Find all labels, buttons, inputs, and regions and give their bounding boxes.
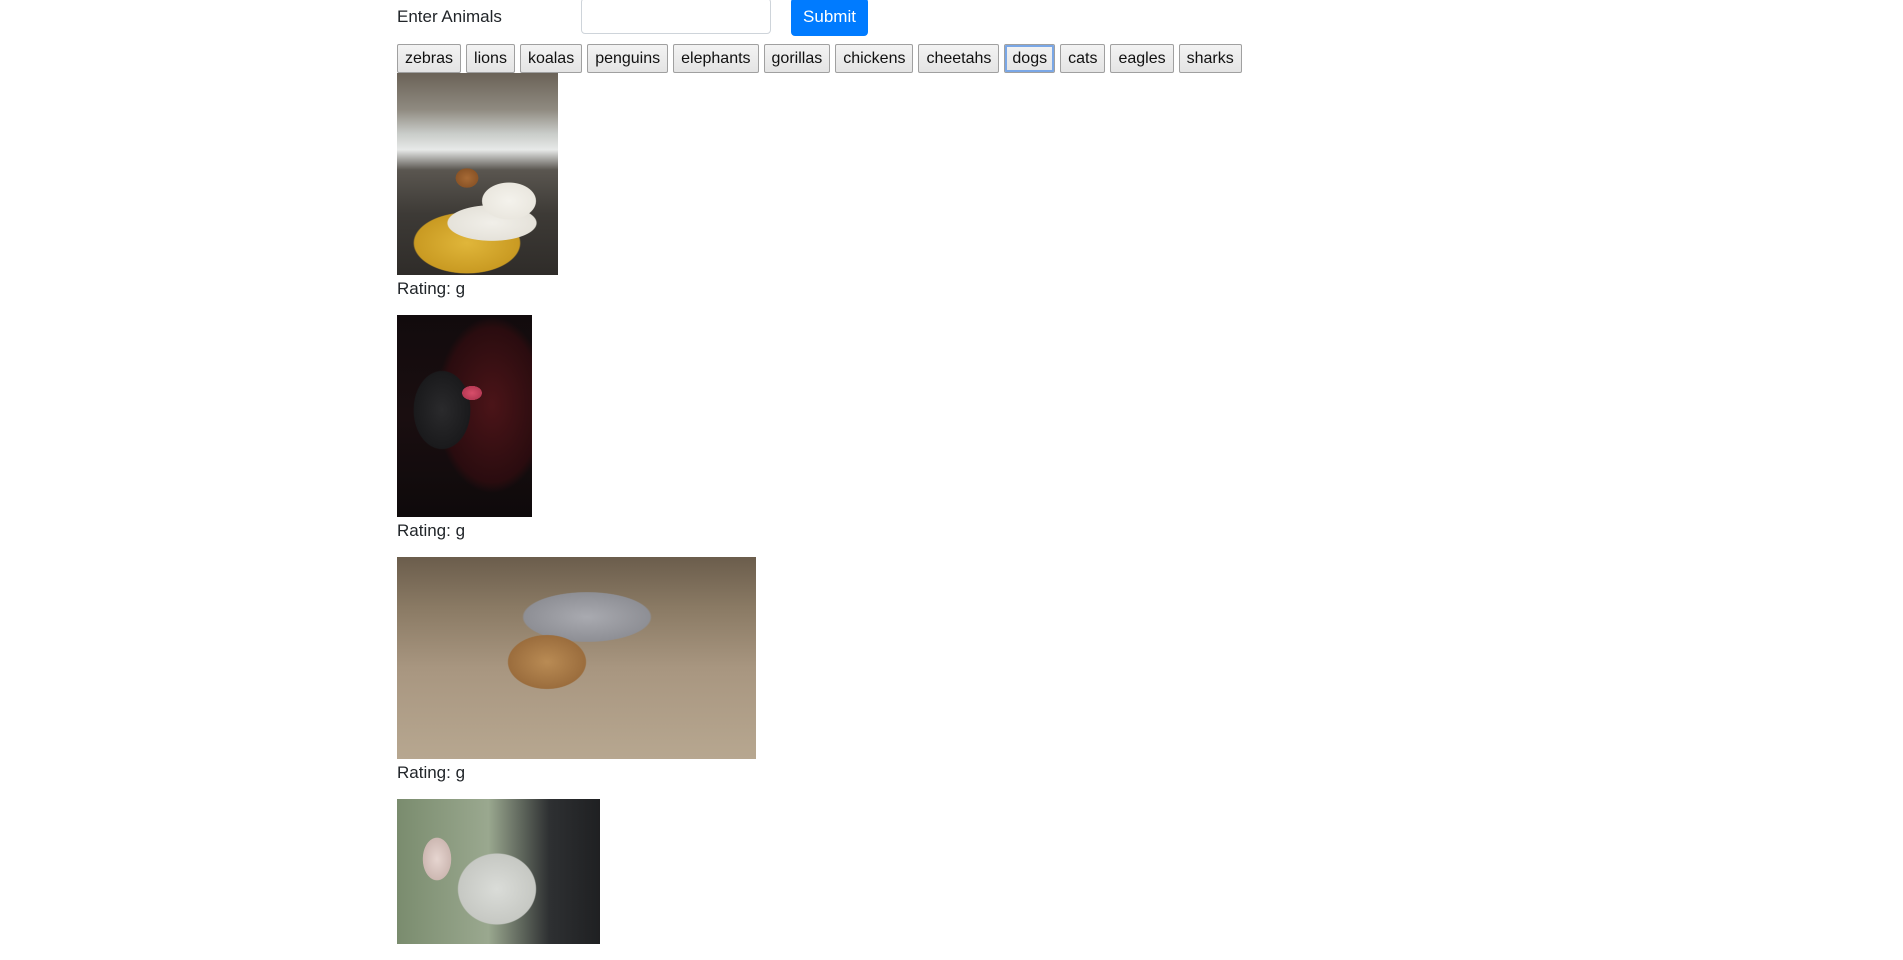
gif-image[interactable] bbox=[397, 557, 756, 759]
animal-button-zebras[interactable]: zebras bbox=[397, 44, 462, 73]
gif-rating: Rating: g bbox=[397, 521, 466, 540]
enter-animals-label: Enter Animals bbox=[397, 7, 502, 26]
gif-item: Rating: g bbox=[397, 73, 756, 299]
gif-rating: Rating: g bbox=[397, 763, 466, 782]
submit-button[interactable]: Submit bbox=[791, 0, 868, 36]
animal-button-lions[interactable]: lions bbox=[466, 44, 515, 73]
animal-button-gorillas[interactable]: gorillas bbox=[763, 44, 831, 73]
animal-button-koalas[interactable]: koalas bbox=[519, 44, 583, 73]
gif-item bbox=[397, 799, 756, 944]
animal-button-chickens[interactable]: chickens bbox=[835, 44, 914, 73]
gif-item: Rating: g bbox=[397, 315, 756, 541]
animal-button-cats[interactable]: cats bbox=[1060, 44, 1106, 73]
animal-button-sharks[interactable]: sharks bbox=[1178, 44, 1242, 73]
gif-image[interactable] bbox=[397, 315, 532, 517]
gif-image[interactable] bbox=[397, 799, 600, 944]
app-container: Enter Animals Submit zebras lions koalas… bbox=[397, 0, 1497, 944]
gif-item: Rating: g bbox=[397, 557, 756, 783]
gif-image[interactable] bbox=[397, 73, 558, 275]
animal-button-penguins[interactable]: penguins bbox=[587, 44, 669, 73]
animal-button-cheetahs[interactable]: cheetahs bbox=[918, 44, 1000, 73]
animal-button-bar: zebras lions koalas penguins elephants g… bbox=[397, 44, 1242, 73]
animal-button-dogs[interactable]: dogs bbox=[1004, 44, 1056, 73]
animal-button-elephants[interactable]: elephants bbox=[673, 44, 759, 73]
animal-form: Enter Animals Submit bbox=[397, 0, 1497, 36]
animal-input[interactable] bbox=[581, 0, 771, 34]
animal-button-eagles[interactable]: eagles bbox=[1110, 44, 1174, 73]
gif-results: Rating: g Rating: g Rating: g bbox=[397, 73, 756, 960]
gif-rating: Rating: g bbox=[397, 279, 466, 298]
